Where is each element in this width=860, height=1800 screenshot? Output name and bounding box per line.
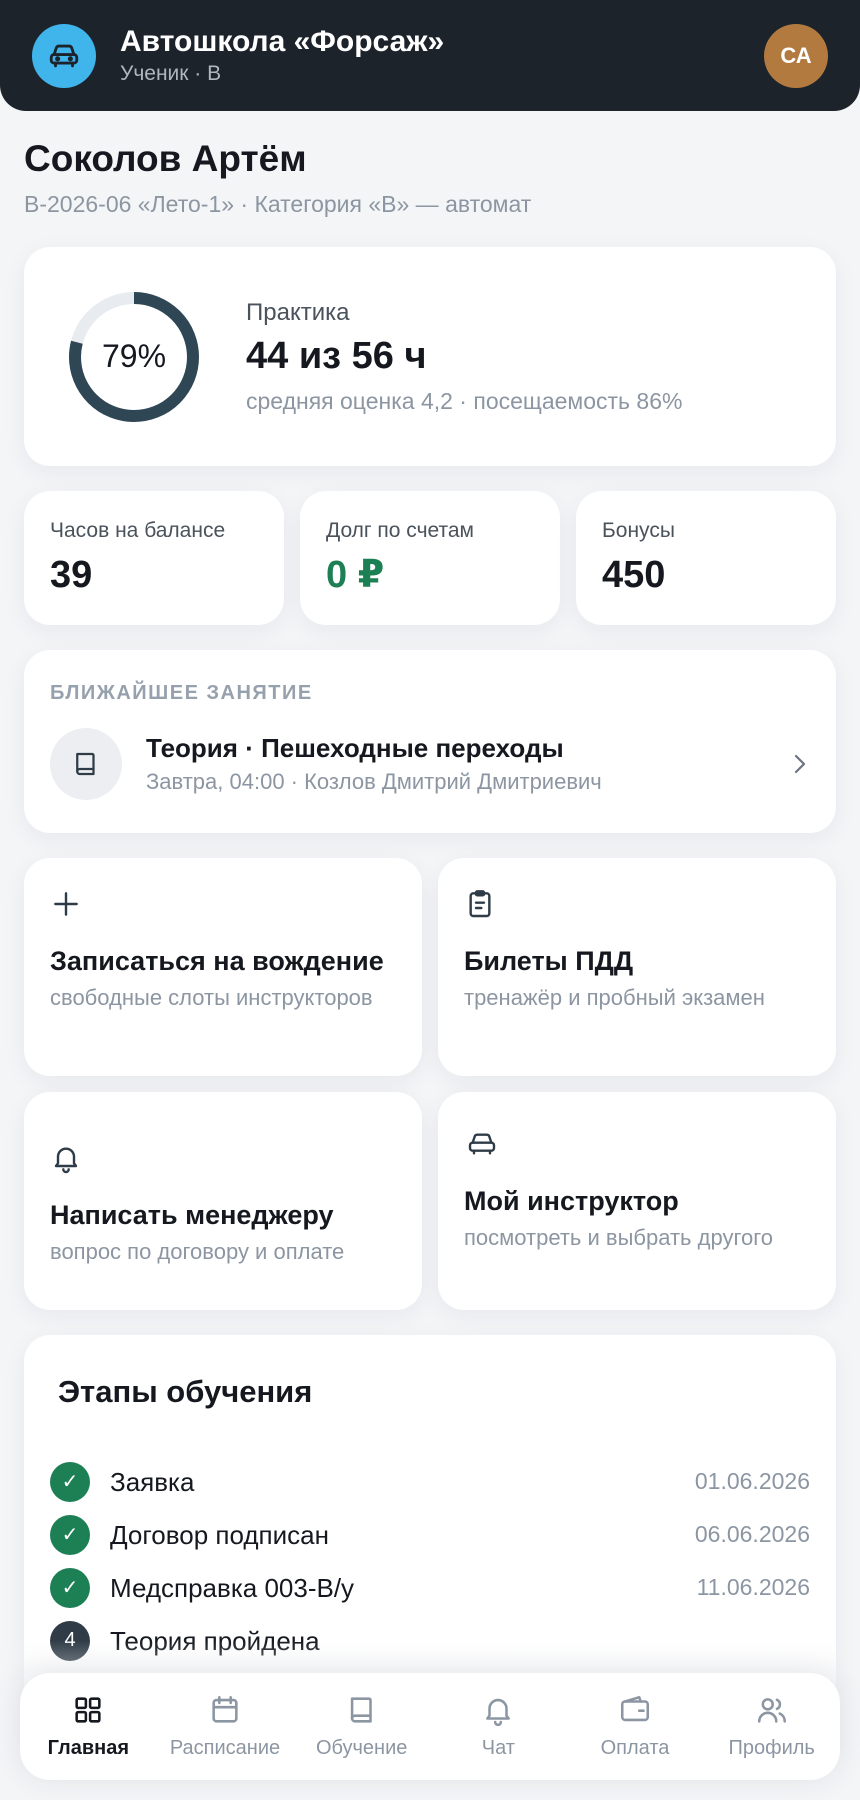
tile-book-driving[interactable]: Записаться на вождение свободные слоты и… [24, 858, 422, 1076]
stage-row: ✓ Заявка 01.06.2026 [50, 1455, 810, 1508]
tile-title: Мой инструктор [464, 1186, 679, 1216]
stat-hours-balance[interactable]: Часов на балансе 39 [24, 491, 284, 625]
tile-subtitle: вопрос по договору и оплате [50, 1239, 345, 1264]
next-lesson-row[interactable]: Теория · Пешеходные переходы Завтра, 04:… [50, 728, 810, 800]
stage-name: Теория пройдена [110, 1625, 320, 1656]
stage-date: 11.06.2026 [696, 1574, 810, 1600]
tile-my-instructor[interactable]: Мой инструктор посмотреть и выбрать друг… [438, 1092, 836, 1310]
nav-label: Расписание [169, 1737, 281, 1759]
stage-row: ✓ Договор подписан 06.06.2026 [50, 1508, 810, 1561]
app-header: Автошкола «Форсаж» Ученик · B СА [0, 0, 860, 111]
clipboard-icon [469, 890, 491, 918]
stat-label: Бонусы [602, 519, 675, 542]
quick-actions-grid: Записаться на вождение свободные слоты и… [24, 858, 836, 1310]
stage-row: 4 Теория пройдена [50, 1614, 810, 1667]
app-title: Автошкола «Форсаж» [120, 24, 445, 58]
stage-number: 4 [50, 1620, 90, 1661]
stat-label: Часов на балансе [50, 519, 226, 542]
stage-name: Медсправка 003-В/у [110, 1572, 355, 1603]
stat-bonuses[interactable]: Бонусы 450 [576, 491, 836, 625]
avatar[interactable]: СА [764, 23, 828, 88]
grid-icon [75, 1697, 101, 1723]
tile-subtitle: тренажёр и пробный экзамен [464, 985, 765, 1010]
nav-learning[interactable]: Обучение [293, 1693, 430, 1760]
tile-title: Написать менеджеру [50, 1200, 334, 1230]
app-subtitle: Ученик · B [120, 61, 222, 85]
wallet-icon [620, 1695, 650, 1722]
stage-list: ✓ Заявка 01.06.2026 ✓ Договор подписан 0… [50, 1455, 810, 1667]
stage-date: 01.06.2026 [694, 1468, 810, 1494]
stage-check-icon: ✓ [50, 1461, 90, 1502]
book-icon [350, 1697, 372, 1723]
practice-card[interactable]: 79% Практика 44 из 56 ч средняя оценка 4… [24, 247, 836, 466]
next-lesson-subtitle: Завтра, 04:00 · Козлов Дмитрий Дмитриеви… [146, 769, 602, 794]
car-icon [468, 1133, 496, 1155]
chevron-right-icon [794, 754, 806, 774]
practice-title: Практика [246, 298, 350, 326]
nav-label: Главная [47, 1737, 129, 1759]
next-lesson-caption: БЛИЖАЙШЕЕ ЗАНЯТИЕ [50, 682, 313, 704]
tile-subtitle: свободные слоты инструкторов [50, 985, 373, 1010]
car-icon [49, 44, 79, 67]
tile-title: Записаться на вождение [50, 946, 384, 976]
users-icon [757, 1698, 786, 1723]
stat-value: 450 [602, 554, 666, 596]
stage-name: Заявка [110, 1466, 195, 1497]
practice-value: 44 из 56 ч [246, 334, 427, 377]
nav-label: Профиль [728, 1737, 815, 1759]
stage-date: 06.06.2026 [694, 1521, 810, 1547]
nav-label: Чат [481, 1737, 515, 1759]
stages-title: Этапы обучения [58, 1374, 313, 1409]
practice-meta: средняя оценка 4,2 · посещаемость 86% [246, 387, 683, 414]
stage-name: Договор подписан [110, 1519, 329, 1550]
nav-chat[interactable]: Чат [430, 1693, 567, 1760]
stat-value: 0 ₽ [326, 554, 385, 596]
nav-schedule[interactable]: Расписание [157, 1693, 294, 1760]
stat-debt[interactable]: Долг по счетам 0 ₽ [300, 491, 560, 625]
nav-payment[interactable]: Оплата [567, 1693, 704, 1760]
app-logo [32, 23, 96, 88]
nav-label: Оплата [600, 1737, 670, 1759]
next-lesson-card[interactable]: БЛИЖАЙШЕЕ ЗАНЯТИЕ Теория · Пешеходные пе… [24, 650, 836, 833]
student-name: Соколов Артём [24, 138, 307, 179]
tile-message-manager[interactable]: Написать менеджеру вопрос по договору и … [24, 1092, 422, 1310]
tile-subtitle: посмотреть и выбрать другого [464, 1225, 774, 1250]
calendar-icon [212, 1695, 238, 1723]
nav-profile[interactable]: Профиль [703, 1693, 840, 1760]
stats-row: Часов на балансе 39 Долг по счетам 0 ₽ Б… [24, 491, 836, 625]
bell-icon [54, 1147, 78, 1174]
stage-check-icon: ✓ [50, 1567, 90, 1608]
plus-icon [54, 892, 78, 916]
nav-label: Обучение [315, 1737, 408, 1759]
next-lesson-title: Теория · Пешеходные переходы [146, 733, 564, 763]
practice-progress-label: 79% [101, 338, 167, 374]
bell-icon [486, 1698, 511, 1727]
stage-row: ✓ Медсправка 003-В/у 11.06.2026 [50, 1561, 810, 1614]
stage-check-icon: ✓ [50, 1514, 90, 1555]
stat-label: Долг по счетам [326, 519, 474, 542]
nav-home[interactable]: Главная [20, 1693, 157, 1760]
tile-title: Билеты ПДД [464, 946, 634, 976]
tile-pdd-tickets[interactable]: Билеты ПДД тренажёр и пробный экзамен [438, 858, 836, 1076]
stat-value: 39 [50, 554, 93, 596]
book-icon [76, 752, 95, 776]
lesson-icon-circle [50, 728, 122, 800]
student-group: B-2026-06 «Лето-1» · Категория «B» — авт… [24, 191, 532, 217]
practice-progress-ring: 79% [64, 287, 204, 427]
bottom-nav: Главная Расписание Обучение Чат Оплата П… [20, 1673, 840, 1780]
